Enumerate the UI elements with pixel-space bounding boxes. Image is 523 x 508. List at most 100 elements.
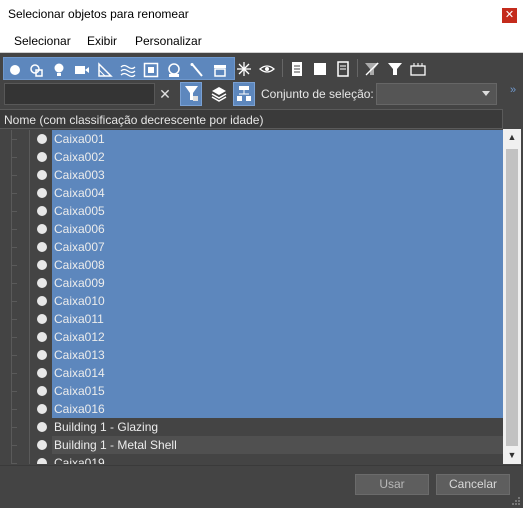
column-header[interactable]: Nome (com classificação decrescente por … [0, 109, 503, 129]
column-header-label: Nome (com classificação decrescente por … [4, 113, 264, 127]
menu-selecionar[interactable]: Selecionar [14, 34, 71, 48]
scroll-down-icon[interactable]: ▼ [503, 447, 521, 464]
row-highlight [52, 148, 503, 166]
object-status-icon[interactable] [37, 422, 47, 432]
scroll-up-icon[interactable]: ▲ [503, 129, 521, 146]
geometry-icon[interactable] [7, 62, 23, 78]
tree-line [11, 157, 17, 158]
object-status-icon[interactable] [37, 440, 47, 450]
resize-grip-icon[interactable] [511, 496, 521, 506]
row-highlight [52, 292, 503, 310]
cameras-icon[interactable] [74, 62, 90, 78]
list-item[interactable]: Caixa014 [0, 364, 503, 382]
menu-personalizar[interactable]: Personalizar [135, 34, 202, 48]
list-item[interactable]: Caixa016 [0, 400, 503, 418]
list-item[interactable]: Caixa006 [0, 220, 503, 238]
list-item[interactable]: Caixa011 [0, 310, 503, 328]
row-highlight [52, 328, 503, 346]
lights-icon[interactable] [51, 62, 67, 78]
list-item[interactable]: Caixa009 [0, 274, 503, 292]
search-input[interactable] [4, 83, 155, 105]
space-warps-icon[interactable] [120, 62, 136, 78]
filter-toggle-button[interactable] [180, 82, 202, 106]
list-item-label: Caixa011 [54, 312, 104, 326]
scrollbar-thumb[interactable] [506, 149, 518, 446]
object-status-icon[interactable] [37, 260, 47, 270]
object-status-icon[interactable] [37, 368, 47, 378]
groups-icon[interactable] [143, 62, 159, 78]
row-highlight [52, 238, 503, 256]
list-item-label: Building 1 - Metal Shell [54, 438, 177, 452]
object-status-icon[interactable] [37, 278, 47, 288]
list-item[interactable]: Caixa002 [0, 148, 503, 166]
chevron-down-icon [482, 91, 490, 96]
list-item[interactable]: Building 1 - Metal Shell [0, 436, 503, 454]
display-filter-icon[interactable] [387, 61, 403, 77]
list-item-label: Caixa009 [54, 276, 105, 290]
object-status-icon[interactable] [37, 296, 47, 306]
containers-icon[interactable] [212, 62, 228, 78]
list-item[interactable]: Caixa019 [0, 454, 503, 464]
helpers-icon[interactable] [97, 62, 113, 78]
object-status-icon[interactable] [37, 170, 47, 180]
frozen-icon[interactable] [236, 61, 252, 77]
cancel-button[interactable]: Cancelar [436, 474, 510, 495]
hidden-icon[interactable] [259, 61, 275, 77]
clear-search-icon[interactable]: ✕ [158, 85, 172, 103]
list-item[interactable]: Caixa010 [0, 292, 503, 310]
list-item[interactable]: Building 1 - Glazing [0, 418, 503, 436]
tree-line [11, 445, 17, 446]
object-status-icon[interactable] [37, 206, 47, 216]
search-toolbar: ✕ Conjunto de seleção: » [0, 82, 523, 108]
dialog-footer: Usar Cancelar [0, 465, 523, 508]
row-highlight [52, 400, 503, 418]
object-status-icon[interactable] [37, 188, 47, 198]
list-item[interactable]: Caixa013 [0, 346, 503, 364]
hierarchy-icon[interactable] [233, 82, 255, 106]
row-highlight [52, 184, 503, 202]
list-item[interactable]: Caixa007 [0, 238, 503, 256]
list-item[interactable]: Caixa015 [0, 382, 503, 400]
use-button[interactable]: Usar [355, 474, 429, 495]
display-children-icon[interactable] [410, 61, 426, 77]
layers-icon[interactable] [210, 85, 228, 103]
tree-line [29, 220, 30, 238]
xrefs-icon[interactable] [166, 62, 182, 78]
object-status-icon[interactable] [37, 134, 47, 144]
bones-icon[interactable] [189, 62, 205, 78]
object-status-icon[interactable] [37, 350, 47, 360]
object-status-icon[interactable] [37, 242, 47, 252]
select-none-icon[interactable] [312, 61, 328, 77]
object-status-icon[interactable] [37, 152, 47, 162]
list-item-label: Caixa007 [54, 240, 105, 254]
select-invert-icon[interactable] [335, 61, 351, 77]
selection-filter-icon[interactable] [364, 61, 380, 77]
list-item[interactable]: Caixa003 [0, 166, 503, 184]
select-all-icon[interactable] [289, 61, 305, 77]
tree-line [11, 337, 17, 338]
list-item[interactable]: Caixa012 [0, 328, 503, 346]
row-highlight [52, 310, 503, 328]
menu-exibir[interactable]: Exibir [87, 34, 117, 48]
toolbar-separator [282, 59, 283, 77]
list-item[interactable]: Caixa001 [0, 130, 503, 148]
list-item-label: Caixa012 [54, 330, 105, 344]
object-status-icon[interactable] [37, 332, 47, 342]
toolbar-separator [357, 59, 358, 77]
list-item[interactable]: Caixa008 [0, 256, 503, 274]
object-status-icon[interactable] [37, 386, 47, 396]
object-status-icon[interactable] [37, 404, 47, 414]
list-item-label: Caixa001 [54, 132, 105, 146]
close-button[interactable]: ✕ [496, 0, 523, 31]
object-status-icon[interactable] [37, 314, 47, 324]
vertical-scrollbar[interactable]: ▲ ▼ [503, 129, 521, 464]
tree-line [29, 166, 30, 184]
list-item[interactable]: Caixa005 [0, 202, 503, 220]
shapes-icon[interactable] [29, 62, 45, 78]
expand-toolbar-icon[interactable]: » [510, 84, 516, 96]
object-status-icon[interactable] [37, 224, 47, 234]
object-status-icon[interactable] [37, 458, 47, 464]
list-item-label: Building 1 - Glazing [54, 420, 159, 434]
selection-set-dropdown[interactable] [376, 83, 497, 105]
list-item[interactable]: Caixa004 [0, 184, 503, 202]
